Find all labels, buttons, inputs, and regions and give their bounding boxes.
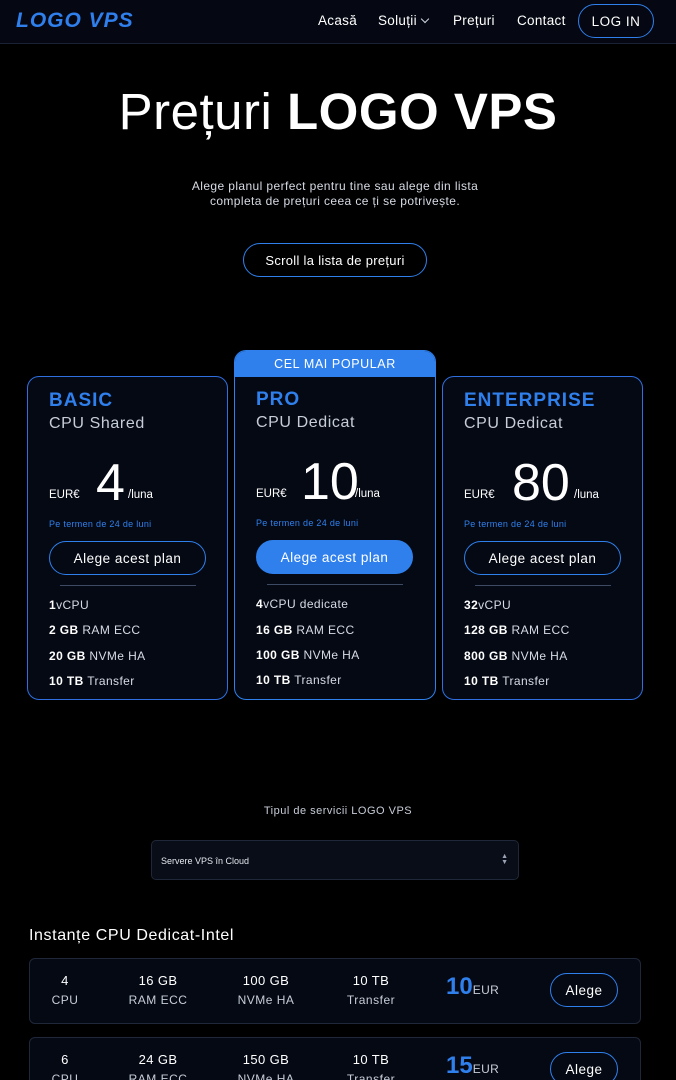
choose-plan-button[interactable]: Alege acest plan: [49, 541, 206, 575]
instance-disk: 150 GB NVMe HA: [237, 1052, 295, 1080]
plan-term: Pe termen de 24 de luni: [464, 519, 567, 529]
divider: [267, 584, 403, 585]
instance-row: 4 CPU 16 GB RAM ECC 100 GB NVMe HA 10 TB Tra…: [29, 958, 641, 1024]
plan-period: /luna: [128, 489, 153, 501]
plan-period: /luna: [574, 489, 599, 501]
plan-type: CPU Shared: [49, 415, 145, 432]
top-navbar: LOGO VPS Acasă Soluții Prețuri Contact L…: [0, 0, 676, 44]
instance-disk: 100 GB NVMe HA: [237, 973, 295, 1007]
feature-item: 10 TB Transfer: [256, 673, 342, 687]
service-type-value: Servere VPS în Cloud: [161, 856, 250, 866]
nav-link-pricing[interactable]: Prețuri: [453, 13, 495, 28]
plan-currency: EUR€: [49, 489, 80, 501]
plan-period: /luna: [355, 488, 380, 500]
instance-cpu: 4 CPU: [51, 973, 79, 1007]
plan-card-basic: BASIC CPU Shared EUR€ 4 /luna Pe termen …: [27, 376, 228, 700]
instance-cpu: 6 CPU: [51, 1052, 79, 1080]
page-title-light: Prețuri: [118, 83, 273, 140]
plan-type: CPU Dedicat: [256, 414, 356, 431]
scroll-to-pricing-button[interactable]: Scroll la lista de prețuri: [243, 243, 427, 277]
nav-link-solutions[interactable]: Soluții: [378, 13, 430, 28]
feature-item: 2 GB RAM ECC: [49, 623, 141, 637]
nav-link-home[interactable]: Acasă: [318, 13, 357, 28]
plan-card-enterprise: ENTERPRISE CPU Dedicat EUR€ 80 /luna Pe …: [442, 376, 643, 700]
instance-transfer: 10 TB Transfer: [346, 1052, 396, 1080]
feature-item: 800 GB NVMe HA: [464, 649, 568, 663]
divider: [475, 585, 611, 586]
feature-item: 1vCPU: [49, 598, 90, 612]
logo[interactable]: LOGO VPS: [16, 9, 134, 33]
plan-card-pro: CEL MAI POPULAR PRO CPU Dedicat EUR€ 10 …: [234, 350, 436, 700]
plan-currency: EUR€: [464, 489, 495, 501]
plan-term: Pe termen de 24 de luni: [256, 518, 359, 528]
choose-instance-button[interactable]: Alege: [550, 973, 618, 1007]
services-label: Tipul de servicii LOGO VPS: [263, 805, 413, 817]
feature-item: 10 TB Transfer: [49, 674, 135, 688]
choose-instance-button[interactable]: Alege: [550, 1052, 618, 1080]
hero-subtitle: Alege planul perfect pentru tine sau ale…: [191, 179, 479, 208]
feature-item: 20 GB NVMe HA: [49, 649, 146, 663]
choose-plan-button[interactable]: Alege acest plan: [464, 541, 621, 575]
instance-transfer: 10 TB Transfer: [346, 973, 396, 1007]
service-type-select[interactable]: Servere VPS în Cloud ▲ ▼: [151, 840, 519, 880]
instance-row: 6 CPU 24 GB RAM ECC 150 GB NVMe HA 10 TB Tra…: [29, 1037, 641, 1080]
plan-name: BASIC: [49, 390, 114, 411]
feature-item: 100 GB NVMe HA: [256, 648, 360, 662]
plan-name: PRO: [256, 389, 301, 410]
page-title: Prețuri LOGO VPS: [0, 82, 676, 141]
plan-type: CPU Dedicat: [464, 415, 564, 432]
nav-link-solutions-label: Soluții: [378, 13, 417, 28]
plan-price: 4: [96, 454, 125, 512]
plan-term: Pe termen de 24 de luni: [49, 519, 152, 529]
feature-item: 16 GB RAM ECC: [256, 623, 355, 637]
plan-price: 80: [512, 454, 570, 512]
instance-ram: 24 GB RAM ECC: [128, 1052, 188, 1080]
feature-item: 10 TB Transfer: [464, 674, 550, 688]
feature-item: 4vCPU dedicate: [256, 597, 349, 611]
select-arrows-icon: ▲ ▼: [501, 853, 508, 866]
instance-price: 15EUR: [446, 1052, 500, 1079]
nav-link-contact[interactable]: Contact: [517, 13, 566, 28]
login-button[interactable]: LOG IN: [578, 4, 654, 38]
chevron-down-icon: [420, 14, 430, 24]
plan-currency: EUR€: [256, 488, 287, 500]
instance-price: 10EUR: [446, 973, 500, 1000]
choose-plan-button[interactable]: Alege acest plan: [256, 540, 413, 574]
instance-ram: 16 GB RAM ECC: [128, 973, 188, 1007]
feature-item: 128 GB RAM ECC: [464, 623, 570, 637]
plan-name: ENTERPRISE: [464, 390, 596, 411]
plan-price: 10: [301, 453, 359, 511]
page-title-bold: LOGO VPS: [287, 83, 558, 140]
popular-badge: CEL MAI POPULAR: [235, 351, 435, 377]
divider: [60, 585, 196, 586]
instances-title: Instanțe CPU Dedicat-Intel: [29, 927, 235, 944]
feature-item: 32vCPU: [464, 598, 512, 612]
